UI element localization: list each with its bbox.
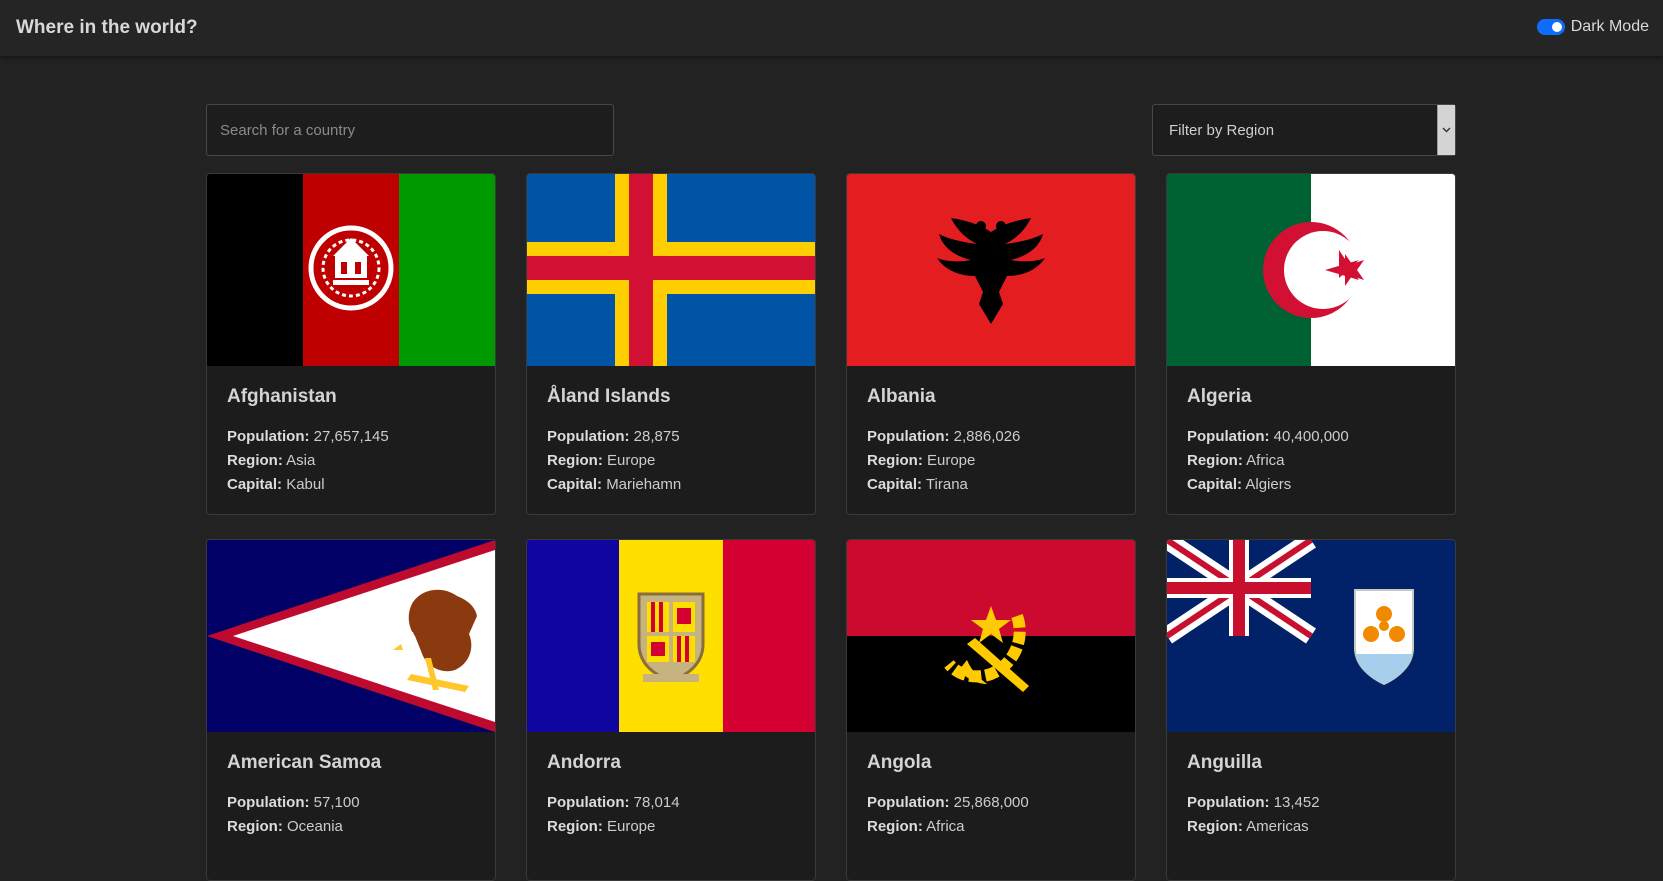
region-field: Region: Europe: [867, 452, 976, 469]
afghanistan-flag: [207, 174, 495, 366]
top-bar: Where in the world? Dark Mode: [0, 0, 1663, 56]
region-field: Region: Europe: [547, 452, 656, 469]
american-samoa-flag: [207, 540, 495, 732]
region-field: Region: Africa: [867, 818, 965, 835]
region-field: Region: Asia: [227, 452, 316, 469]
country-name: Algeria: [1187, 386, 1252, 407]
angola-flag: [847, 540, 1135, 732]
country-card[interactable]: Afghanistan Population: 27,657,145 Regio…: [206, 173, 496, 515]
andorra-flag: [527, 540, 815, 732]
population-field: Population: 25,868,000: [867, 794, 1029, 811]
aland-islands-flag: [527, 174, 815, 366]
region-filter-select[interactable]: Filter by Region: [1152, 104, 1456, 156]
population-field: Population: 57,100: [227, 794, 360, 811]
population-field: Population: 2,886,026: [867, 428, 1021, 445]
capital-field: Capital: Kabul: [227, 476, 325, 493]
region-field: Region: Europe: [547, 818, 656, 835]
country-name: Anguilla: [1187, 752, 1262, 773]
population-field: Population: 40,400,000: [1187, 428, 1349, 445]
dark-mode-toggle[interactable]: Dark Mode: [1536, 18, 1649, 36]
capital-field: Capital: Mariehamn: [547, 476, 682, 493]
population-field: Population: 28,875: [547, 428, 680, 445]
albania-flag: [847, 174, 1135, 366]
population-field: Population: 13,452: [1187, 794, 1320, 811]
region-field: Region: Americas: [1187, 818, 1309, 835]
population-field: Population: 78,014: [547, 794, 680, 811]
anguilla-flag: [1167, 540, 1455, 732]
country-name: Andorra: [547, 752, 621, 773]
country-name: Afghanistan: [227, 386, 337, 407]
search-input[interactable]: [206, 104, 614, 156]
app-title: Where in the world?: [16, 17, 198, 38]
country-card[interactable]: Angola Population: 25,868,000 Region: Af…: [846, 539, 1136, 881]
country-name: Albania: [867, 386, 936, 407]
capital-field: Capital: Tirana: [867, 476, 968, 493]
region-filter-label: Filter by Region: [1169, 122, 1275, 139]
dark-mode-label: Dark Mode: [1570, 18, 1649, 35]
country-card[interactable]: Algeria Population: 40,400,000 Region: A…: [1166, 173, 1456, 515]
country-name: Åland Islands: [547, 386, 671, 407]
country-name: American Samoa: [227, 752, 382, 773]
country-card[interactable]: Andorra Population: 78,014 Region: Europ…: [526, 539, 816, 881]
population-field: Population: 27,657,145: [227, 428, 389, 445]
capital-field: Capital: Algiers: [1187, 476, 1292, 493]
country-card[interactable]: American Samoa Population: 57,100 Region…: [206, 539, 496, 881]
algeria-flag: [1167, 174, 1455, 366]
country-card[interactable]: Anguilla Population: 13,452 Region: Amer…: [1166, 539, 1456, 881]
country-card[interactable]: Åland Islands Population: 28,875 Region:…: [526, 173, 816, 515]
chevron-down-icon[interactable]: [1437, 105, 1455, 155]
region-field: Region: Oceania: [227, 818, 343, 835]
region-field: Region: Africa: [1187, 452, 1285, 469]
country-card[interactable]: Albania Population: 2,886,026 Region: Eu…: [846, 173, 1136, 515]
country-name: Angola: [867, 752, 932, 773]
toggle-switch-icon[interactable]: [1536, 19, 1565, 35]
